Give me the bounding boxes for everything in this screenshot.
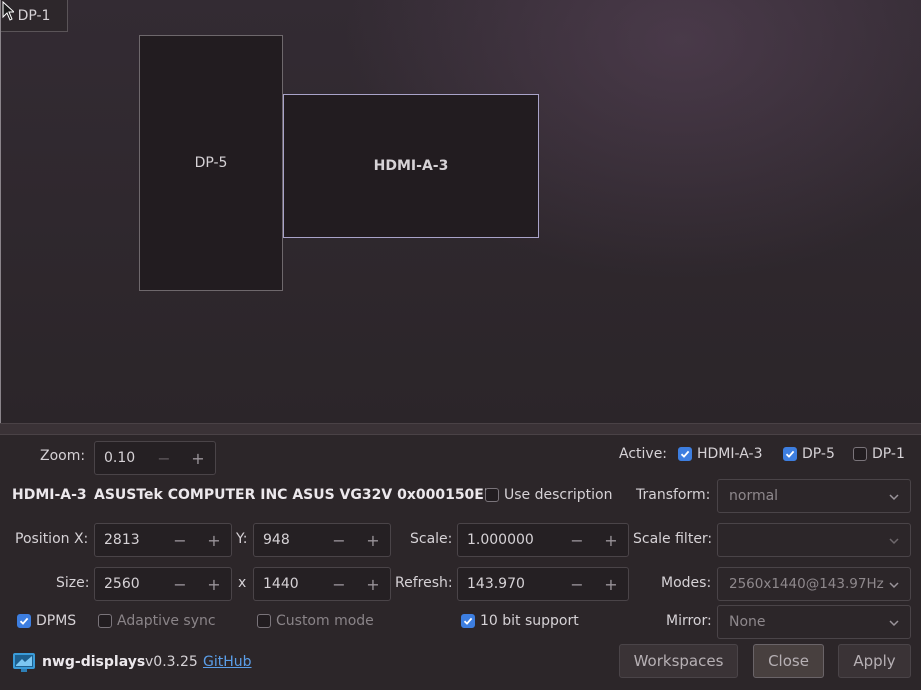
- active-dp1-checkbox[interactable]: DP-1: [853, 446, 905, 462]
- active-dp5-label: DP-5: [802, 446, 835, 462]
- active-hdmi-a-3-checkbox[interactable]: HDMI-A-3: [678, 446, 763, 462]
- zoom-label: Zoom:: [40, 448, 86, 464]
- adaptive-sync-checkbox[interactable]: Adaptive sync: [98, 613, 216, 629]
- monitor-app-icon: [13, 653, 35, 672]
- position-x-spinbox[interactable]: 2813 − +: [94, 523, 232, 557]
- unchecked-box-icon[interactable]: [853, 447, 867, 461]
- chevron-down-icon: [889, 538, 899, 545]
- dpms-label: DPMS: [36, 613, 77, 629]
- scale-decrease-button[interactable]: −: [560, 524, 594, 556]
- scale-filter-dropdown[interactable]: [717, 523, 911, 557]
- display-hdmi-a-3[interactable]: HDMI-A-3: [283, 94, 539, 238]
- position-y-label: Y:: [236, 531, 248, 547]
- scale-filter-label: Scale filter:: [633, 531, 713, 547]
- size-height-spinbox[interactable]: 1440 − +: [253, 567, 391, 601]
- size-separator: x: [238, 575, 247, 591]
- display-dp1-label: DP-1: [17, 7, 51, 24]
- size-height-decrease-button[interactable]: −: [322, 568, 356, 600]
- workspaces-button[interactable]: Workspaces: [619, 644, 738, 678]
- custom-mode-checkbox[interactable]: Custom mode: [257, 613, 374, 629]
- position-x-decrease-button[interactable]: −: [163, 524, 197, 556]
- adaptive-sync-label: Adaptive sync: [117, 613, 216, 629]
- refresh-label: Refresh:: [395, 575, 453, 591]
- app-version: v0.3.25: [145, 654, 198, 670]
- chevron-down-icon: [889, 494, 899, 501]
- size-width-value[interactable]: 2560: [95, 576, 163, 592]
- zoom-value[interactable]: 0.10: [95, 450, 147, 466]
- position-y-decrease-button[interactable]: −: [322, 524, 356, 556]
- modes-dropdown[interactable]: 2560x1440@143.97Hz: [717, 567, 911, 601]
- chevron-down-icon: [888, 579, 900, 591]
- position-x-increase-button[interactable]: +: [197, 524, 231, 556]
- transform-dropdown[interactable]: normal: [717, 479, 911, 513]
- position-y-increase-button[interactable]: +: [356, 524, 390, 556]
- refresh-value[interactable]: 143.970: [458, 576, 560, 592]
- refresh-spinbox[interactable]: 143.970 − +: [457, 567, 629, 601]
- transform-value: normal: [729, 488, 779, 504]
- size-width-spinbox[interactable]: 2560 − +: [94, 567, 232, 601]
- app-name: nwg-displays: [42, 654, 146, 670]
- refresh-decrease-button[interactable]: −: [560, 568, 594, 600]
- unchecked-box-icon[interactable]: [98, 614, 112, 628]
- display-layout-canvas[interactable]: DP-1 DP-5 HDMI-A-3: [0, 0, 921, 423]
- transform-label: Transform:: [636, 487, 711, 503]
- modes-value: 2560x1440@143.97Hz: [729, 576, 884, 592]
- scale-value[interactable]: 1.000000: [458, 532, 560, 548]
- panel-divider[interactable]: [0, 423, 921, 435]
- use-description-checkbox[interactable]: Use description: [485, 487, 612, 503]
- position-x-label: Position X:: [15, 531, 89, 547]
- check-icon[interactable]: [17, 614, 31, 628]
- mouse-cursor-icon: [2, 1, 14, 21]
- scale-increase-button[interactable]: +: [594, 524, 628, 556]
- check-icon[interactable]: [783, 447, 797, 461]
- active-dp1-label: DP-1: [872, 446, 905, 462]
- modes-label: Modes:: [661, 575, 712, 591]
- active-label: Active:: [619, 446, 668, 462]
- size-label: Size:: [56, 575, 90, 591]
- display-dp5[interactable]: DP-5: [139, 35, 283, 291]
- check-icon[interactable]: [461, 614, 475, 628]
- size-height-value[interactable]: 1440: [254, 576, 322, 592]
- position-x-value[interactable]: 2813: [95, 532, 163, 548]
- dpms-checkbox[interactable]: DPMS: [17, 613, 76, 629]
- active-hdmi-a-3-label: HDMI-A-3: [697, 446, 763, 462]
- refresh-increase-button[interactable]: +: [594, 568, 628, 600]
- scale-spinbox[interactable]: 1.000000 − +: [457, 523, 629, 557]
- size-width-decrease-button[interactable]: −: [163, 568, 197, 600]
- position-y-value[interactable]: 948: [254, 532, 322, 548]
- chevron-down-icon: [889, 620, 899, 627]
- active-dp5-checkbox[interactable]: DP-5: [783, 446, 835, 462]
- check-icon[interactable]: [678, 447, 692, 461]
- position-y-spinbox[interactable]: 948 − +: [253, 523, 391, 557]
- zoom-spinbox[interactable]: 0.10 − +: [94, 441, 216, 475]
- unchecked-box-icon[interactable]: [257, 614, 271, 628]
- mirror-value: None: [729, 614, 766, 630]
- zoom-increase-button[interactable]: +: [181, 442, 215, 474]
- ten-bit-support-checkbox[interactable]: 10 bit support: [461, 613, 579, 629]
- custom-mode-label: Custom mode: [276, 613, 374, 629]
- display-dp5-label: DP-5: [194, 155, 228, 171]
- output-description: ASUSTek COMPUTER INC ASUS VG32V 0x000150…: [94, 487, 495, 503]
- mirror-label: Mirror:: [666, 613, 712, 629]
- github-link[interactable]: GitHub: [203, 654, 252, 670]
- size-height-increase-button[interactable]: +: [356, 568, 390, 600]
- mirror-dropdown[interactable]: None: [717, 605, 911, 639]
- apply-button[interactable]: Apply: [838, 644, 911, 678]
- output-name: HDMI-A-3: [12, 487, 87, 503]
- use-description-label: Use description: [504, 487, 613, 503]
- close-button[interactable]: Close: [753, 644, 824, 678]
- display-hdmi-a-3-label: HDMI-A-3: [373, 158, 449, 174]
- scale-label: Scale:: [410, 531, 453, 547]
- ten-bit-support-label: 10 bit support: [480, 613, 579, 629]
- size-width-increase-button[interactable]: +: [197, 568, 231, 600]
- zoom-decrease-button[interactable]: −: [147, 442, 181, 474]
- unchecked-box-icon[interactable]: [485, 488, 499, 502]
